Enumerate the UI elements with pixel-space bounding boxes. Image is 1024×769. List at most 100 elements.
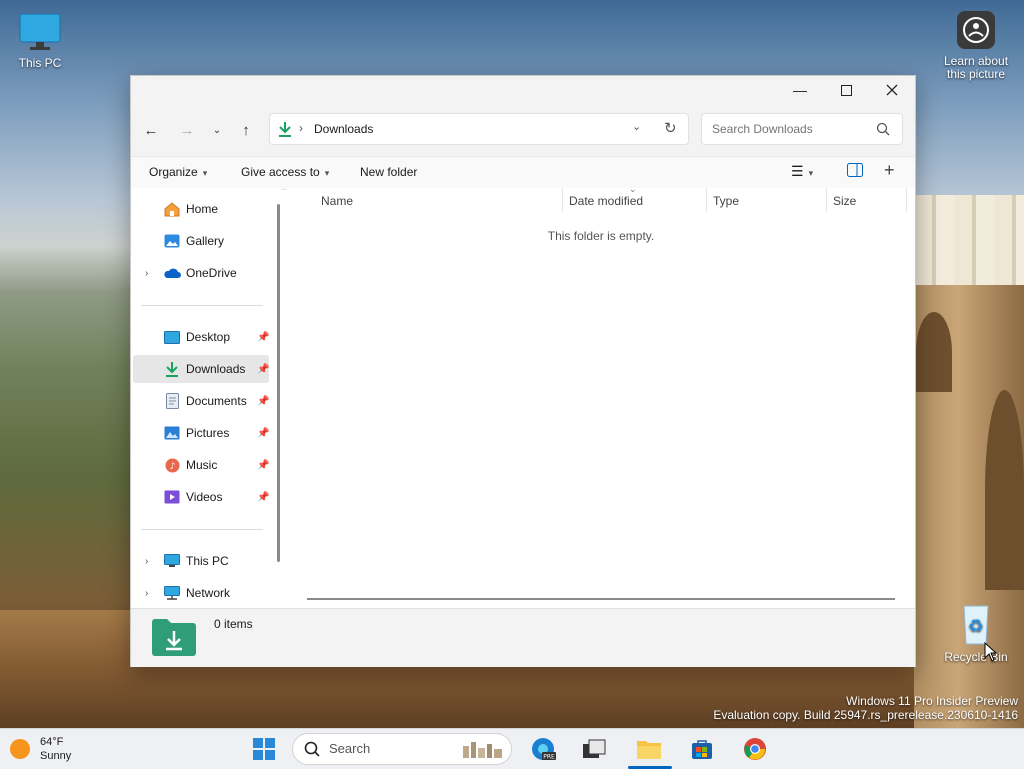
- start-button[interactable]: [249, 735, 279, 763]
- recycle-bin-icon: ♻: [963, 605, 989, 645]
- add-button[interactable]: +: [884, 160, 895, 181]
- microsoft-store-button[interactable]: [687, 735, 717, 763]
- address-history-chevron-icon[interactable]: ⌄: [632, 120, 641, 133]
- download-arrow-icon: [279, 122, 291, 137]
- column-separator[interactable]: [706, 188, 707, 212]
- monitor-icon: [163, 552, 181, 570]
- file-list: Name Date modified ⌄ Type Size This fold…: [287, 184, 915, 608]
- up-button[interactable]: ↑: [234, 118, 258, 142]
- give-access-button[interactable]: Give access to ▾: [241, 165, 329, 179]
- search-input[interactable]: [710, 121, 874, 137]
- chevron-right-icon[interactable]: ›: [145, 556, 148, 567]
- search-highlight-icon: [463, 742, 502, 758]
- back-button[interactable]: ←: [139, 118, 163, 142]
- desktop-icon-recycle-bin[interactable]: ♻ Recycle Bin: [940, 602, 1012, 664]
- mouse-cursor-icon: [984, 642, 998, 662]
- close-icon: [886, 84, 898, 96]
- column-header-size[interactable]: Size: [833, 194, 856, 208]
- desktop-icon: [163, 328, 181, 346]
- new-folder-button[interactable]: New folder: [360, 165, 417, 179]
- plus-icon: +: [884, 160, 895, 180]
- pin-icon[interactable]: 📌: [257, 460, 269, 471]
- column-separator[interactable]: [906, 188, 907, 212]
- search-box[interactable]: [701, 113, 903, 145]
- sidebar-item-downloads[interactable]: Downloads 📌: [133, 355, 269, 383]
- file-explorer-taskbar-button[interactable]: [634, 735, 664, 763]
- wallpaper-houses: [914, 195, 1024, 285]
- navigation-pane: Home Gallery › OneDrive Desktop 📌 Downlo…: [131, 188, 281, 608]
- pin-icon[interactable]: 📌: [257, 428, 269, 439]
- sidebar-item-onedrive[interactable]: › OneDrive: [133, 259, 269, 287]
- breadcrumb-downloads[interactable]: Downloads: [314, 122, 373, 136]
- task-view-button[interactable]: [579, 735, 609, 763]
- breadcrumb-separator-icon: ›: [299, 121, 303, 135]
- pin-icon[interactable]: 📌: [257, 332, 269, 343]
- search-icon: [876, 122, 890, 136]
- music-icon: ♪: [163, 456, 181, 474]
- sidebar-item-gallery[interactable]: Gallery: [133, 227, 269, 255]
- sidebar-item-this-pc[interactable]: › This PC: [133, 547, 269, 575]
- sidebar-item-desktop[interactable]: Desktop 📌: [133, 323, 269, 351]
- column-header-type[interactable]: Type: [713, 194, 739, 208]
- search-icon: [304, 741, 320, 757]
- sidebar-item-label: Gallery: [186, 234, 225, 248]
- chevron-right-icon[interactable]: ›: [145, 588, 148, 599]
- sidebar-item-label: Home: [186, 202, 219, 216]
- desktop-icon-learn-about-picture[interactable]: Learn about this picture: [938, 10, 1014, 81]
- column-header-date-modified[interactable]: Date modified: [569, 194, 643, 208]
- sidebar-item-label: Documents: [186, 394, 247, 408]
- home-icon: [163, 200, 181, 218]
- column-separator[interactable]: [562, 188, 563, 212]
- arrow-up-icon: ↑: [242, 121, 250, 139]
- desktop-icon-this-pc[interactable]: This PC: [12, 12, 68, 70]
- sidebar-item-music[interactable]: ♪ Music 📌: [133, 451, 269, 479]
- sidebar-item-home[interactable]: Home: [133, 195, 269, 223]
- sidebar-item-network[interactable]: › Network: [133, 579, 269, 607]
- title-bar[interactable]: —: [131, 76, 915, 104]
- give-access-label: Give access to: [241, 165, 320, 179]
- weather-widget[interactable]: 64°F Sunny: [8, 735, 88, 763]
- recent-locations-button[interactable]: ⌄: [205, 118, 229, 142]
- organize-button[interactable]: Organize ▾: [149, 165, 207, 179]
- chevron-right-icon[interactable]: ›: [145, 268, 148, 279]
- chrome-button[interactable]: [740, 735, 770, 763]
- close-button[interactable]: [869, 76, 915, 104]
- horizontal-scrollbar[interactable]: [307, 598, 895, 600]
- column-separator[interactable]: [826, 188, 827, 212]
- maximize-button[interactable]: [823, 76, 869, 104]
- camera-info-icon: [957, 11, 995, 49]
- taskbar-search-placeholder: Search: [329, 741, 371, 756]
- video-icon: [163, 488, 181, 506]
- pin-icon[interactable]: 📌: [257, 492, 269, 503]
- document-icon: [163, 392, 181, 410]
- minimize-button[interactable]: —: [777, 76, 823, 104]
- desktop-icon-label: This PC: [18, 56, 62, 70]
- sidebar-item-videos[interactable]: Videos 📌: [133, 483, 269, 511]
- gallery-icon: [163, 232, 181, 250]
- forward-button[interactable]: →: [175, 118, 199, 142]
- sidebar-scrollbar[interactable]: [277, 204, 280, 562]
- refresh-icon[interactable]: ↻: [664, 119, 677, 137]
- build-watermark: Windows 11 Pro Insider Preview Evaluatio…: [713, 694, 1018, 722]
- cloud-icon: [163, 264, 181, 282]
- sidebar-divider: [141, 305, 263, 306]
- pane-icon: [847, 163, 863, 177]
- pin-icon[interactable]: 📌: [257, 364, 269, 375]
- store-icon: [692, 740, 712, 759]
- view-options-button[interactable]: ☰ ▾: [791, 163, 813, 180]
- sidebar-item-pictures[interactable]: Pictures 📌: [133, 419, 269, 447]
- column-header-name[interactable]: Name: [321, 194, 353, 208]
- address-bar[interactable]: › Downloads ⌄ ↻: [269, 113, 689, 145]
- edge-canary-button[interactable]: PRE: [528, 735, 558, 763]
- sidebar-item-documents[interactable]: Documents 📌: [133, 387, 269, 415]
- navigation-bar: ← → ⌄ ↑ › Downloads ⌄ ↻: [131, 104, 915, 156]
- file-explorer-window: — ← → ⌄ ↑ › Downloads ⌄ ↻ Search Downloa…: [130, 75, 916, 667]
- taskbar-search[interactable]: Search: [292, 733, 512, 765]
- watermark-line: Windows 11 Pro Insider Preview: [846, 694, 1018, 708]
- details-pane-button[interactable]: [847, 163, 863, 180]
- pin-icon[interactable]: 📌: [257, 396, 269, 407]
- download-arrow-icon: [163, 360, 181, 378]
- windows-logo-icon: [253, 738, 275, 760]
- status-bar: 0 items: [131, 608, 915, 667]
- chrome-icon: [744, 738, 766, 760]
